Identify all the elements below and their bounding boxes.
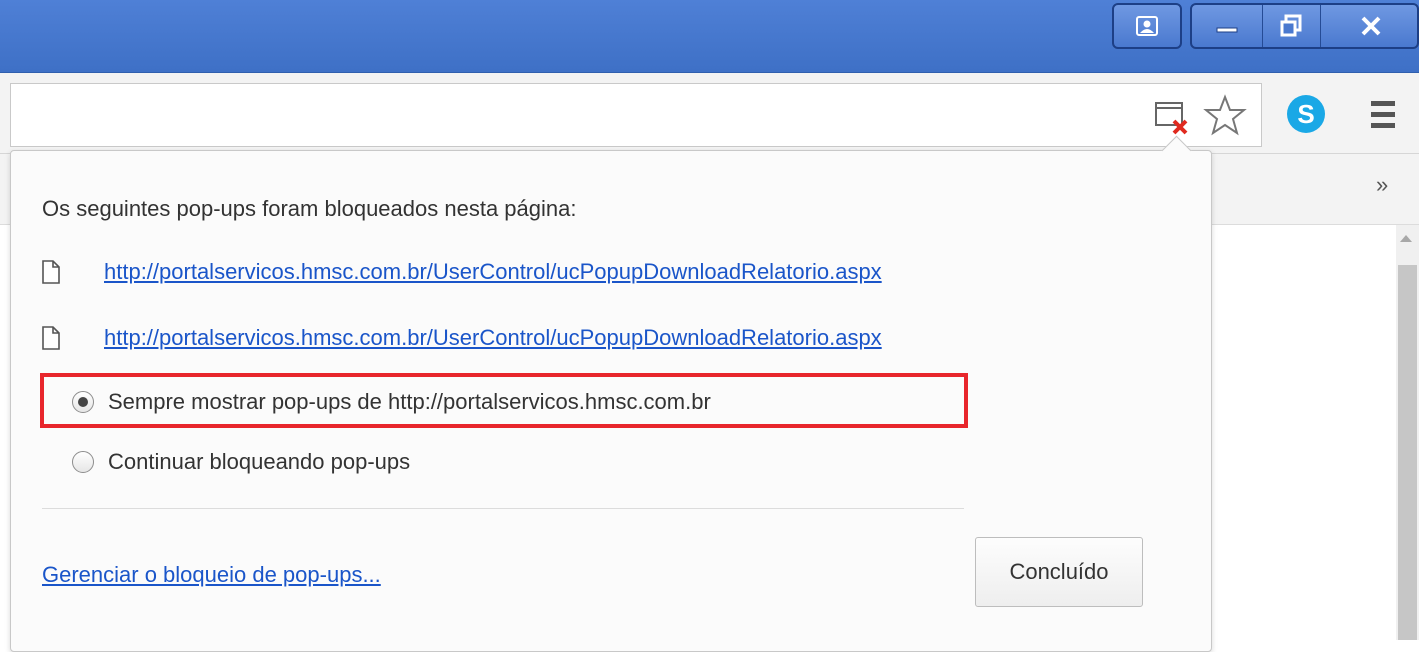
manage-popup-blocking-link[interactable]: Gerenciar o bloqueio de pop-ups... (42, 562, 381, 588)
address-bar[interactable] (10, 83, 1262, 147)
radio-always-show[interactable]: Sempre mostrar pop-ups de http://portals… (72, 389, 711, 415)
restore-icon (1280, 14, 1302, 37)
divider (42, 508, 964, 509)
blocked-popup-item: http://portalservicos.hmsc.com.br/UserCo… (42, 322, 882, 354)
minimize-button[interactable] (1192, 5, 1263, 47)
blocked-popup-link[interactable]: http://portalservicos.hmsc.com.br/UserCo… (104, 325, 882, 351)
radio-label: Continuar bloqueando pop-ups (108, 449, 411, 474)
radio-dot (78, 397, 88, 407)
bubble-title: Os seguintes pop-ups foram bloqueados ne… (42, 196, 577, 221)
minimize-icon (1216, 27, 1238, 33)
user-icon (1136, 16, 1158, 36)
more-bookmarks-chevron[interactable]: » (1376, 172, 1388, 198)
page-icon (42, 260, 66, 284)
popup-blocked-icon[interactable] (1150, 95, 1194, 139)
scroll-up-arrow-icon[interactable] (1400, 235, 1412, 242)
page-icon (42, 326, 66, 350)
menu-icon[interactable] (1365, 94, 1401, 134)
skype-icon[interactable]: S (1284, 92, 1328, 136)
skype-letter: S (1297, 99, 1314, 129)
title-bar (0, 0, 1419, 73)
blocked-popup-link[interactable]: http://portalservicos.hmsc.com.br/UserCo… (104, 259, 882, 285)
blocked-popup-item: http://portalservicos.hmsc.com.br/UserCo… (42, 256, 882, 288)
radio-button-selected[interactable] (72, 391, 94, 413)
window-controls (1190, 3, 1419, 49)
restore-button[interactable] (1262, 5, 1321, 47)
star-icon[interactable] (1200, 90, 1250, 140)
scrollbar[interactable] (1396, 225, 1419, 640)
done-button[interactable]: Concluído (975, 537, 1143, 607)
close-icon (1361, 16, 1380, 36)
scroll-thumb[interactable] (1398, 265, 1417, 640)
close-button[interactable] (1320, 5, 1419, 47)
radio-button[interactable] (72, 451, 94, 473)
radio-label: Sempre mostrar pop-ups de http://portals… (108, 389, 711, 414)
user-profile-button[interactable] (1112, 3, 1182, 49)
radio-keep-blocking[interactable]: Continuar bloqueando pop-ups (72, 449, 410, 475)
